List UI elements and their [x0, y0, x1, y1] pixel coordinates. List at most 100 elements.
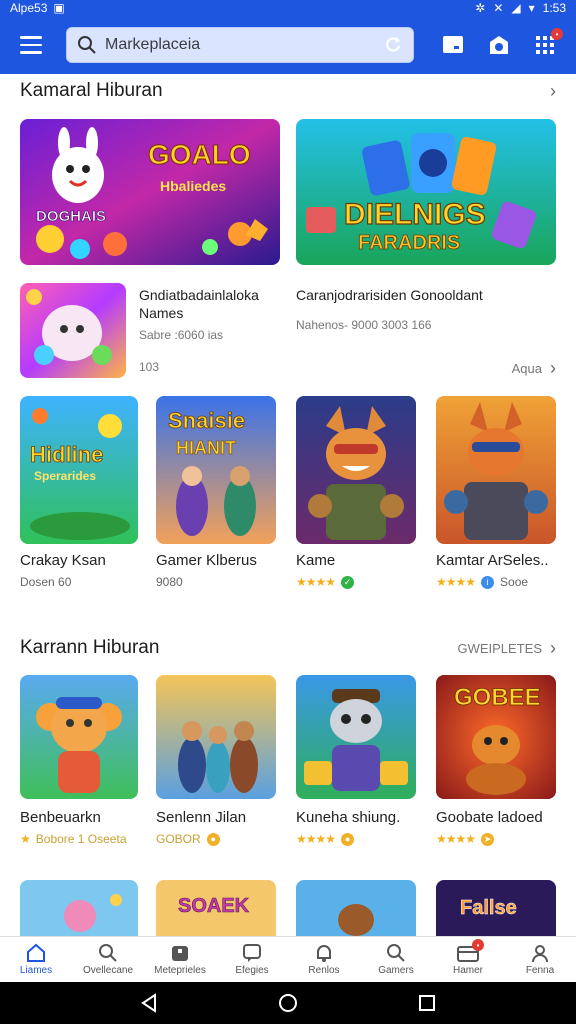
game-thumbnail: [296, 396, 416, 544]
game-art-image: [436, 396, 556, 544]
nav-item-cards[interactable]: • Hamer: [432, 937, 504, 982]
see-all-label: Aqua: [511, 361, 542, 376]
section-header: Karrann Hiburan GWEIPLETES ›: [20, 637, 556, 659]
see-all-link[interactable]: Aqua ›: [512, 358, 556, 379]
game-title: Gamer Klberus: [156, 552, 257, 569]
game-tile[interactable]: Benbeuarkn ★ Bobore 1 Oseeta: [20, 675, 138, 846]
svg-text:Hidline: Hidline: [30, 442, 103, 467]
featured-banner[interactable]: DIELNIGS FARADRIS: [296, 119, 556, 265]
nav-label: Efegies: [235, 965, 269, 976]
star-rating-icon: ★★★★: [296, 575, 336, 589]
nav-item-notifications[interactable]: Renlos: [288, 937, 360, 982]
star-rating-icon: ★★★★: [296, 832, 336, 846]
game-title: Goobate ladoed: [436, 809, 543, 826]
rating: ★ Bobore 1 Oseeta: [20, 832, 138, 846]
svg-text:Hbaliedes: Hbaliedes: [160, 178, 226, 194]
game-art-image: GOALO Hbaliedes DOGHAIS: [20, 119, 280, 265]
nav-item-store[interactable]: Meteprieles: [144, 937, 216, 982]
game-art-image: Hidline Sperarides: [20, 396, 138, 544]
star-rating-icon: ★★★★: [436, 832, 476, 846]
nav-item-chat[interactable]: Efegies: [216, 937, 288, 982]
game-art-image: [20, 880, 138, 936]
game-tile[interactable]: Kamtar ArSeles.. ★★★★ i Sooe: [436, 396, 556, 589]
game-tile[interactable]: GOBEE Goobate ladoed ★★★★ ➤: [436, 675, 556, 846]
game-title: Kamtar ArSeles..: [436, 552, 549, 569]
nav-item-search[interactable]: Ovellecane: [72, 937, 144, 982]
photo-icon: ▣: [53, 1, 65, 15]
game-meta: Dosen 60: [20, 575, 72, 589]
game-thumbnail: [156, 675, 276, 799]
svg-text:DIELNIGS: DIELNIGS: [344, 198, 486, 231]
list-item[interactable]: Gndiatbadainlaloka Names Sabre :6060 ias: [139, 286, 289, 342]
notification-badge: •: [472, 939, 484, 951]
svg-text:DOGHAIS: DOGHAIS: [36, 208, 106, 225]
game-thumbnail[interactable]: [20, 283, 126, 378]
game-thumbnail[interactable]: [296, 880, 416, 936]
game-thumbnail[interactable]: [20, 880, 138, 936]
chevron-right-icon[interactable]: ›: [550, 81, 556, 102]
game-art-image: Fallse: [436, 880, 556, 936]
featured-banner[interactable]: GOALO Hbaliedes DOGHAIS: [20, 119, 280, 265]
main-content[interactable]: Kamaral Hiburan › GOALO Hbaliedes DOGHAI…: [0, 74, 576, 936]
status-bar: Alpe53 ▣ ✲ ✕ ◢ ▾ 1:53: [0, 0, 576, 16]
section-header: Kamaral Hiburan ›: [20, 80, 556, 102]
rating: ★★★★ i Sooe: [436, 575, 556, 589]
game-thumbnail[interactable]: SOAEK: [156, 880, 276, 936]
search-bar[interactable]: [66, 27, 414, 63]
game-tile[interactable]: Hidline Sperarides Crakay Ksan Dosen 60: [20, 396, 138, 589]
game-thumbnail[interactable]: Fallse: [436, 880, 556, 936]
message-icon[interactable]: [440, 32, 466, 58]
game-tile[interactable]: Kame ★★★★ ✓: [296, 396, 416, 589]
search-input[interactable]: [105, 36, 383, 54]
app-bar: •: [0, 16, 576, 74]
svg-text:Snaisie: Snaisie: [168, 408, 245, 433]
status-time: Alpe53: [10, 1, 48, 15]
rating: ★★★★ ✓: [296, 575, 416, 589]
grid-icon[interactable]: •: [532, 28, 563, 58]
rating: GOBOR ●: [156, 832, 276, 846]
recents-icon[interactable]: [417, 993, 437, 1013]
section-title: Kamaral Hiburan: [20, 80, 163, 101]
notification-badge: •: [551, 28, 563, 40]
game-meta: GOBOR: [156, 832, 201, 846]
nav-item-profile[interactable]: Fenna: [504, 937, 576, 982]
nav-label: Gamers: [378, 965, 414, 976]
game-thumbnail: [20, 675, 138, 799]
refresh-icon[interactable]: [383, 35, 403, 55]
home-button-icon[interactable]: [278, 993, 298, 1013]
game-meta: Bobore 1 Oseeta: [35, 832, 127, 846]
game-title: Kuneha shiung.: [296, 809, 401, 826]
search-icon: [387, 944, 405, 962]
see-all-link[interactable]: GWEIPLETES ›: [457, 638, 556, 659]
svg-text:GOALO: GOALO: [148, 139, 251, 170]
back-icon[interactable]: [139, 993, 159, 1013]
store-icon: [172, 946, 188, 961]
rating: ★★★★ ➤: [436, 832, 556, 846]
chevron-right-icon: ›: [550, 358, 556, 378]
rating: ★★★★ ●: [296, 832, 416, 846]
game-art-image: [296, 396, 416, 544]
star-rating-icon: ★★★★: [436, 575, 476, 589]
info-icon: i: [481, 575, 495, 589]
list-footer-label: 103: [139, 360, 160, 374]
nav-item-home[interactable]: Liames: [0, 937, 72, 982]
search-icon: [99, 944, 117, 962]
bell-icon: [317, 945, 331, 962]
game-title: Gndiatbadainlaloka Names: [139, 287, 259, 321]
list-item[interactable]: Caranjodrarisiden Gonooldant Nahenos- 90…: [296, 286, 556, 332]
game-art-image: [20, 283, 126, 378]
game-tile[interactable]: Senlenn Jilan GOBOR ●: [156, 675, 276, 846]
game-art-image: Snaisie HIANIT: [156, 396, 276, 544]
menu-icon[interactable]: [12, 25, 52, 65]
camera-icon[interactable]: [486, 32, 512, 58]
nav-label: Renlos: [308, 965, 340, 976]
game-tile[interactable]: Snaisie HIANIT Gamer Klberus 9080: [156, 396, 276, 589]
game-tile[interactable]: Kuneha shiung. ★★★★ ●: [296, 675, 416, 846]
app-root: Alpe53 ▣ ✲ ✕ ◢ ▾ 1:53 Markeplaceia • Kam…: [0, 0, 576, 1024]
svg-text:GOBEE: GOBEE: [454, 684, 541, 711]
game-title: Caranjodrarisiden Gonooldant: [296, 287, 483, 303]
system-navigation-bar: [0, 982, 576, 1024]
nav-item-games[interactable]: Gamers: [360, 937, 432, 982]
nav-label: Fenna: [525, 965, 555, 976]
game-art-image: SOAEK: [156, 880, 276, 936]
